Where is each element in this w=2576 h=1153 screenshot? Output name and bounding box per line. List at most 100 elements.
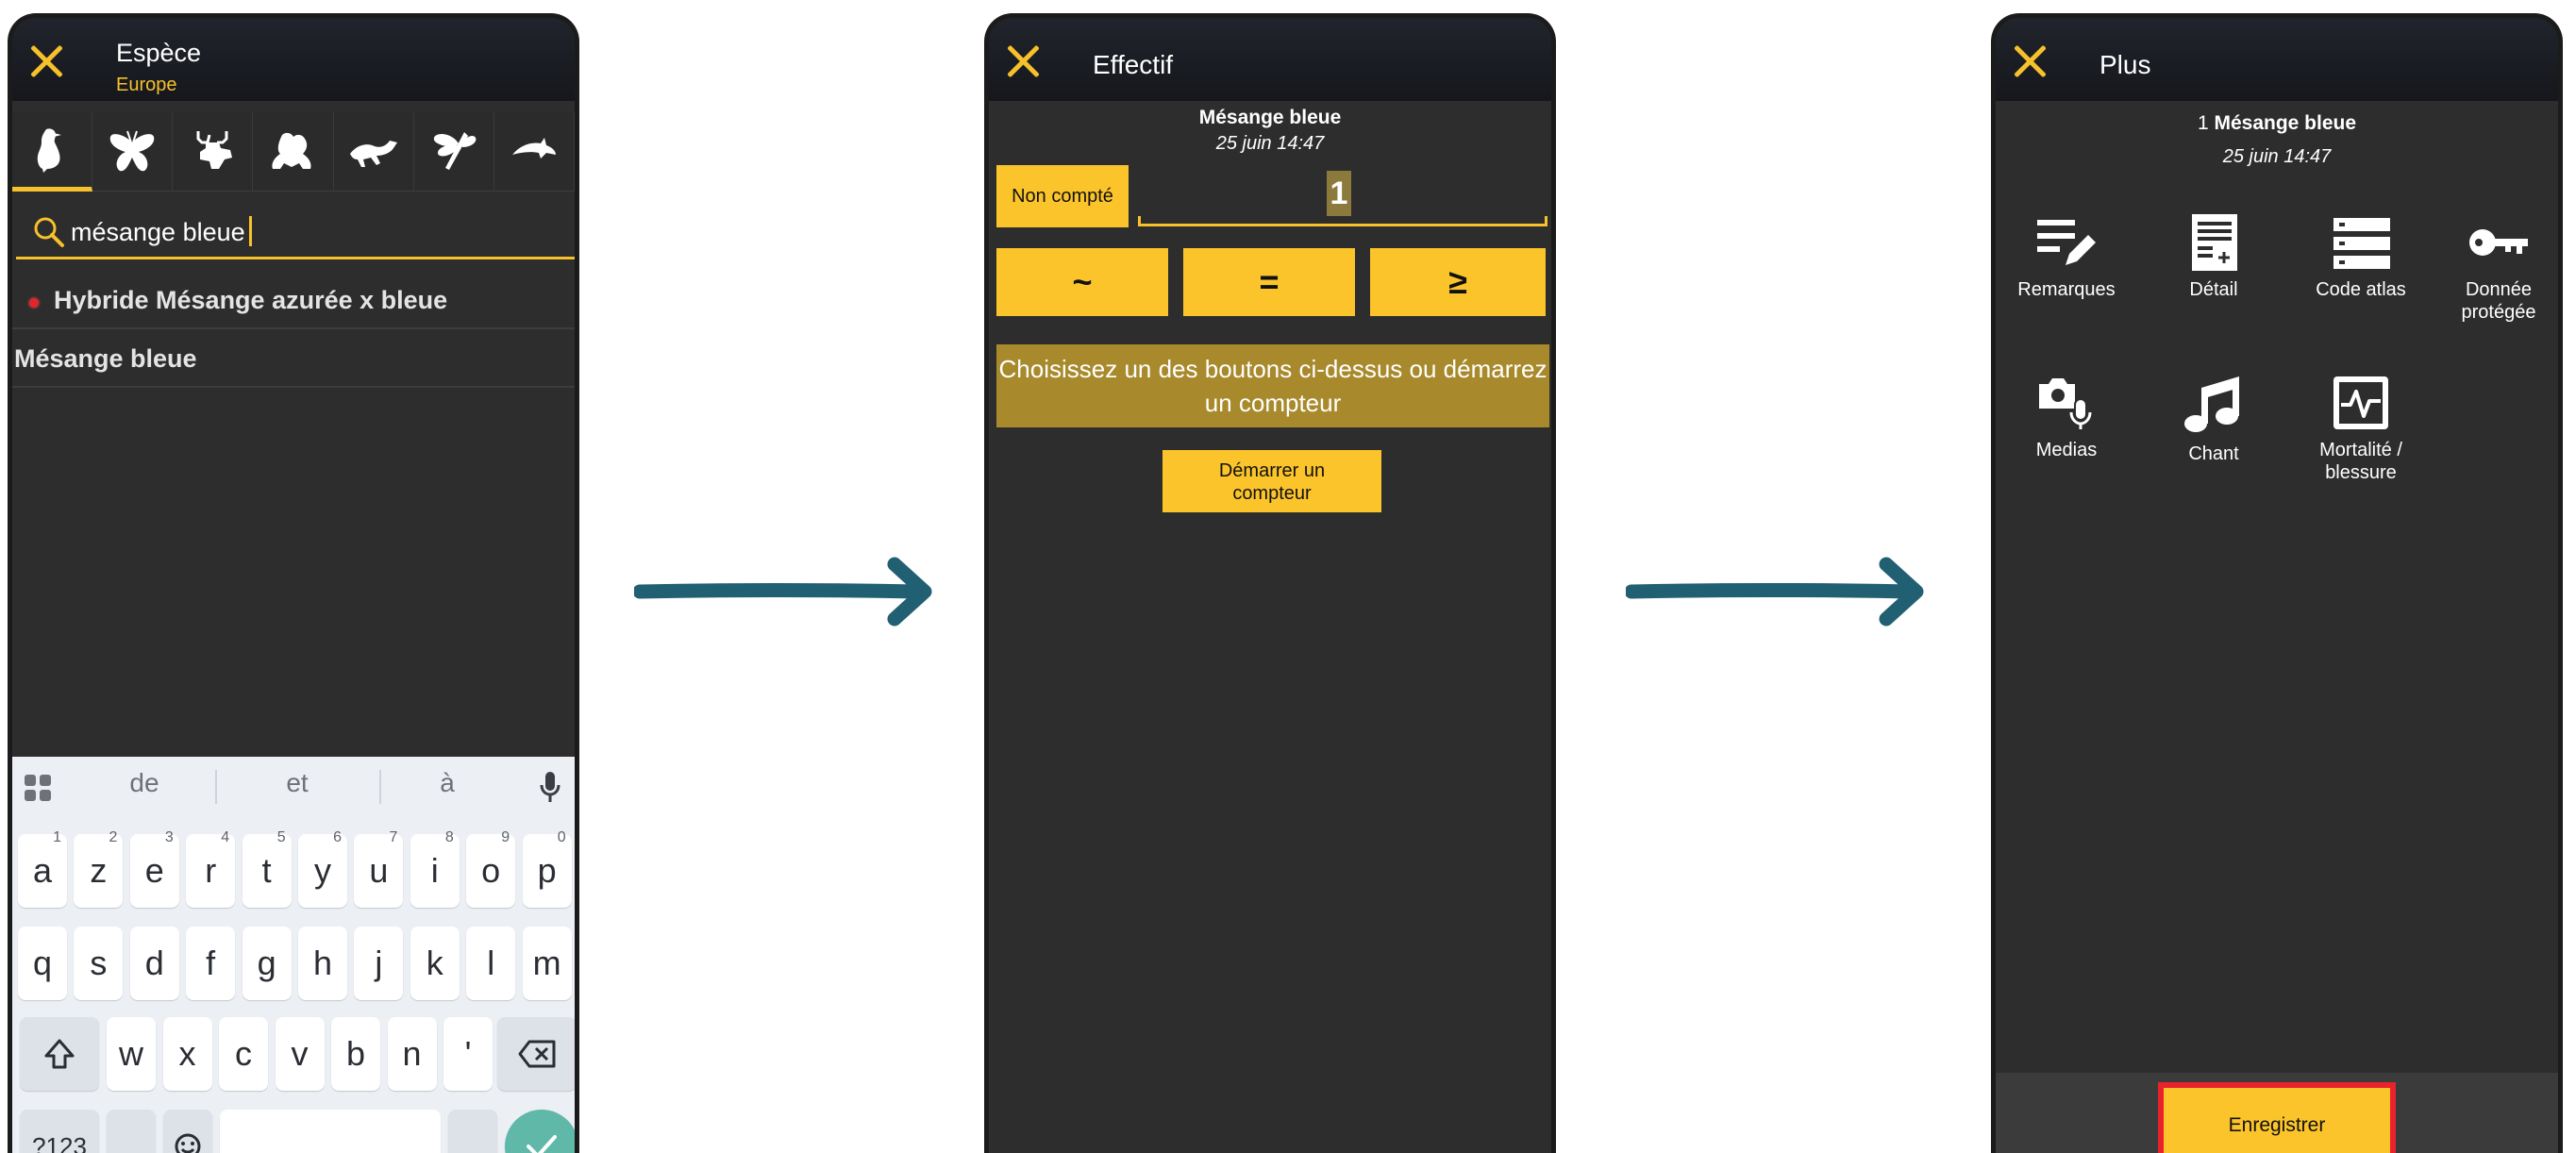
key-label: r [205,851,217,890]
emoji-key[interactable] [163,1110,212,1153]
comma-key[interactable]: , [107,1110,156,1153]
app-bar: Effectif [989,18,1551,101]
period-key[interactable]: . [448,1110,497,1153]
key-r[interactable]: r4 [186,829,236,908]
key-hint-number: 4 [221,829,230,845]
key-b[interactable]: b [331,1017,380,1091]
region-subtitle: Europe [116,75,177,95]
not-counted-button[interactable]: Non compté [996,165,1129,227]
tab-mammals[interactable] [173,112,254,192]
checkmark-icon [527,1135,557,1153]
key-label: a [32,851,53,890]
tab-marine[interactable] [493,112,575,192]
key-p[interactable]: p0 [522,829,572,908]
shift-arrow-icon [44,1039,75,1069]
key-w[interactable]: w [107,1017,156,1091]
tutorial-canvas: Espèce Europe mésange bleue Hybride Mésa… [0,0,2576,1153]
close-icon[interactable] [27,42,65,80]
tab-odonates[interactable] [413,112,494,192]
count-input[interactable]: 1 [1327,171,1351,216]
count-screen: Effectif Mésange bleue 25 juin 14:47 Non… [984,13,1556,1153]
key-s[interactable]: s [74,927,124,1000]
minimum-button[interactable]: ≥ [1370,248,1546,316]
butterfly-icon [109,130,155,171]
suggestion-word[interactable]: à [440,768,455,798]
species-name: Mésange bleue [1198,107,1342,128]
more-options-screen: Plus 1 Mésange bleue 25 juin 14:47 Remar… [1991,13,2563,1153]
approximate-button[interactable]: ~ [996,248,1168,316]
key-o[interactable]: o9 [466,829,516,908]
key-i[interactable]: i8 [410,829,460,908]
species-summary: 1 Mésange bleue [1996,112,2558,135]
key-a[interactable]: a1 [18,829,67,908]
tab-birds[interactable] [12,112,93,192]
key-label: z [90,851,108,890]
key-y[interactable]: y6 [298,829,347,908]
key-g[interactable]: g [242,927,292,1000]
key-n[interactable]: n [387,1017,437,1091]
key-j[interactable]: j [354,927,404,1000]
start-counter-button[interactable]: Démarrer un compteur [1163,450,1381,512]
key-q[interactable]: q [18,927,67,1000]
key-label: ' [464,1034,472,1073]
tab-amphibians[interactable] [253,112,334,192]
shift-key[interactable] [20,1017,99,1091]
remarks-tile[interactable]: Remarques [1996,214,2137,301]
save-button[interactable]: Enregistrer [2158,1082,2396,1153]
exact-button[interactable]: = [1183,248,1355,316]
key-d[interactable]: d [129,927,179,1000]
suggestion-word[interactable]: et [286,768,308,798]
observation-date: 25 juin 14:47 [1215,133,1325,154]
key-k[interactable]: k [410,927,460,1000]
song-tile[interactable]: Chant [2143,375,2284,465]
apps-grid-icon[interactable] [24,774,52,802]
key-label: w [119,1034,143,1073]
space-key[interactable] [220,1110,441,1153]
bird-icon [37,127,62,173]
key-label: g [257,944,276,982]
detail-tile[interactable]: Détail [2143,214,2284,301]
dolphin-icon [511,137,556,159]
atlas-code-tile[interactable]: Code atlas [2290,214,2432,301]
key-apostrophe[interactable]: ' [443,1017,493,1091]
key-hint-number: 7 [389,829,398,845]
species-name: Mésange bleue [2214,112,2357,134]
enter-key[interactable] [505,1110,575,1153]
key-hint-number: 5 [276,829,286,845]
key-hint-number: 3 [164,829,174,845]
suggestion-word[interactable]: de [129,768,159,798]
backspace-icon [518,1040,556,1068]
app-bar: Plus [1996,18,2558,101]
key-x[interactable]: x [162,1017,212,1091]
text-cursor [248,216,252,246]
key-v[interactable]: v [275,1017,325,1091]
list-item[interactable]: Mésange bleue [12,331,575,388]
key-h[interactable]: h [298,927,347,1000]
species-search-field[interactable]: mésange bleue [16,203,575,259]
search-input[interactable]: mésange bleue [71,216,252,247]
key-e[interactable]: e3 [129,829,179,908]
protected-data-tile[interactable]: Donnée protégée [2437,214,2558,324]
media-tile[interactable]: Medias [1996,375,2137,461]
key-u[interactable]: u7 [354,829,404,908]
backspace-key[interactable] [497,1017,575,1091]
key-m[interactable]: m [522,927,572,1000]
tab-butterflies[interactable] [92,112,174,192]
key-f[interactable]: f [186,927,236,1000]
key-z[interactable]: z2 [74,829,124,908]
symbols-key[interactable]: ?123 [20,1110,99,1153]
notes-edit-icon [2037,220,2096,265]
mortality-tile[interactable]: Mortalité / blessure [2290,375,2432,484]
camera-mic-icon [2039,378,2092,429]
arrow-right-icon [634,557,932,627]
tab-reptiles[interactable] [333,112,414,192]
microphone-icon[interactable] [539,770,561,804]
key-c[interactable]: c [219,1017,268,1091]
app-bar: Espèce Europe [12,18,575,101]
key-l[interactable]: l [466,927,516,1000]
key-t[interactable]: t5 [242,829,292,908]
close-icon[interactable] [1004,42,1042,80]
emoji-icon [175,1133,201,1153]
close-icon[interactable] [2011,42,2049,80]
list-item[interactable]: Hybride Mésange azurée x bleue [12,273,575,329]
